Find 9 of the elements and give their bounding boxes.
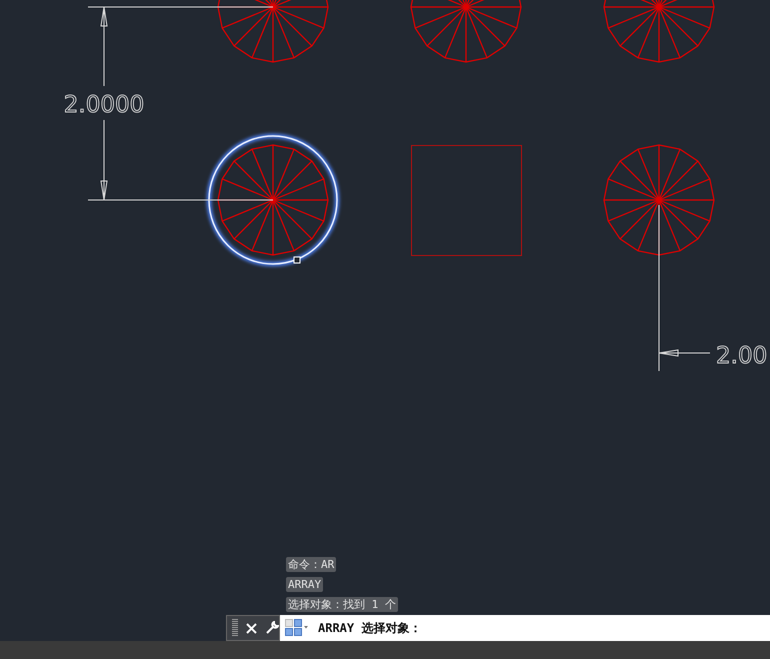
close-icon[interactable] xyxy=(246,622,257,634)
wrench-icon[interactable] xyxy=(265,621,279,635)
command-input-field[interactable]: ARRAY 选择对象： xyxy=(280,615,770,641)
dimension-text: 2.00 xyxy=(716,343,768,369)
grip-handle[interactable] xyxy=(294,256,300,264)
command-prompt: ARRAY 选择对象： xyxy=(318,620,422,636)
dimension-text: 2.0000 xyxy=(64,92,144,118)
recent-commands-icon[interactable] xyxy=(285,619,309,637)
drag-grip-icon[interactable] xyxy=(232,619,238,637)
